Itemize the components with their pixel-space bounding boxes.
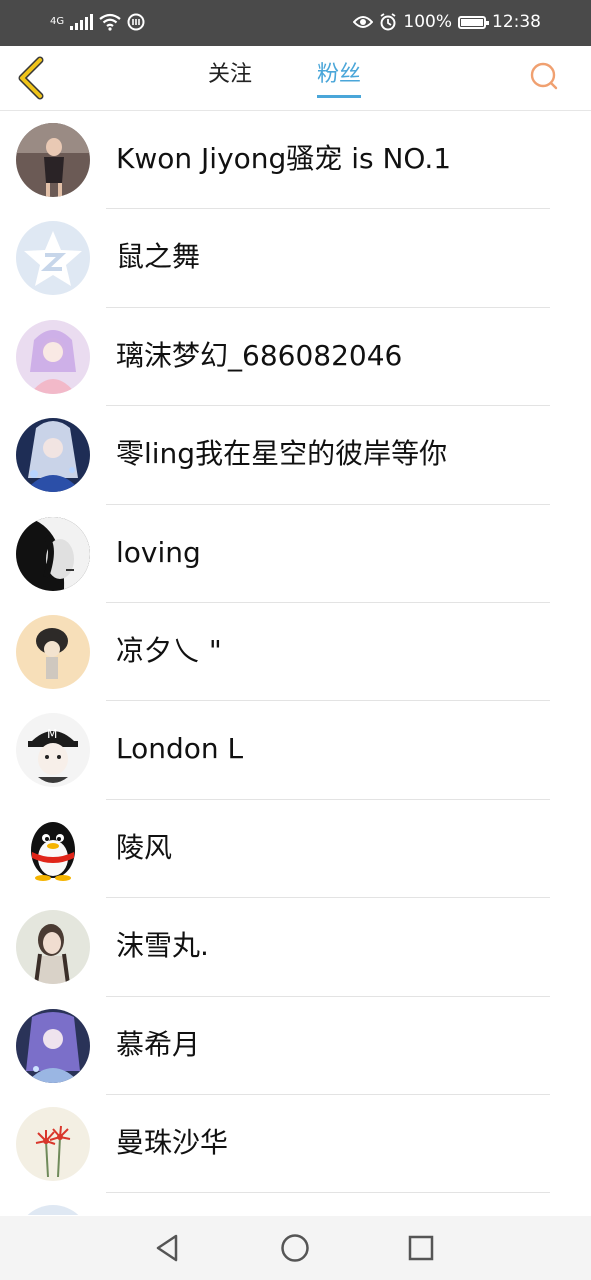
status-bar: 4G 100% 12:38 <box>0 0 591 46</box>
fan-name: London L <box>116 732 244 766</box>
fan-name: 慕希月 <box>116 1027 201 1061</box>
avatar[interactable] <box>16 1205 90 1215</box>
avatar[interactable] <box>16 614 90 689</box>
fan-list-item[interactable]: 凉夕乀 " <box>0 603 591 702</box>
square-recents-icon <box>408 1235 434 1261</box>
fan-list-item[interactable]: 沫雪丸. <box>0 898 591 997</box>
fan-name: 鼠之舞 <box>116 240 201 274</box>
clock: 12:38 <box>492 12 541 32</box>
system-nav-bar <box>0 1216 591 1280</box>
avatar[interactable] <box>16 1008 90 1083</box>
network-type: 4G <box>50 16 65 27</box>
status-right: 100% 12:38 <box>353 12 541 32</box>
avatar[interactable] <box>16 910 90 985</box>
triangle-back-icon <box>156 1234 178 1262</box>
fan-list-item[interactable]: Kwon Jiyong骚宠 is NO.1 <box>0 111 591 210</box>
fan-name: 沫雪丸. <box>116 929 209 963</box>
fan-name: Kwon Jiyong骚宠 is NO.1 <box>116 142 452 175</box>
tab-fans[interactable]: 粉丝 <box>317 60 362 98</box>
fans-list: Kwon Jiyong骚宠 is NO.1 鼠之舞璃沫梦幻_686082046 零l… <box>0 111 591 1215</box>
status-left: 4G <box>50 12 145 32</box>
svg-text:M: M <box>47 727 57 741</box>
avatar[interactable] <box>16 418 90 493</box>
avatar[interactable] <box>16 811 90 886</box>
tab-fans-label: 粉丝 <box>317 62 362 87</box>
fan-name: 凉夕乀 " <box>116 633 222 667</box>
fan-list-item[interactable]: 零ling我在星空的彼岸等你 <box>0 406 591 505</box>
signal-icon <box>70 14 94 30</box>
fan-list-item[interactable]: 陵风 <box>0 800 591 899</box>
tab-bar: 关注 粉丝 <box>0 46 591 110</box>
battery-icon <box>458 15 489 29</box>
avatar[interactable]: M <box>16 713 90 788</box>
fan-list-item[interactable]: 鼠之舞 <box>0 209 591 308</box>
fan-list-item[interactable]: 璃沫梦幻_686082046 <box>0 308 591 407</box>
fan-name: 曼珠沙华 <box>116 1125 229 1159</box>
avatar[interactable] <box>16 123 90 197</box>
fan-list-item[interactable]: 慕希月 <box>0 997 591 1095</box>
fan-list-item-partial[interactable] <box>0 1193 591 1215</box>
avatar[interactable] <box>16 516 90 591</box>
search-icon <box>530 62 558 90</box>
fan-list-item[interactable]: M London L <box>0 701 591 800</box>
navigation-header: 关注 粉丝 <box>0 46 591 111</box>
search-button[interactable] <box>529 60 559 94</box>
circle-home-icon <box>281 1234 309 1262</box>
fan-name: 璃沫梦幻_686082046 <box>116 338 403 372</box>
avatar[interactable] <box>16 221 90 296</box>
tab-following-label: 关注 <box>208 62 253 87</box>
data-saver-icon <box>127 13 145 31</box>
eye-icon <box>353 16 374 28</box>
fan-list-item[interactable]: 曼珠沙华 <box>0 1095 591 1194</box>
avatar[interactable] <box>16 1106 90 1181</box>
tab-following[interactable]: 关注 <box>208 60 252 90</box>
wifi-icon <box>99 13 121 31</box>
tab-active-indicator <box>317 95 362 98</box>
recents-key[interactable] <box>405 1232 437 1264</box>
back-key[interactable] <box>152 1232 184 1264</box>
fan-name: 陵风 <box>116 830 173 864</box>
home-key[interactable] <box>279 1232 311 1264</box>
fan-list-item[interactable]: loving <box>0 505 591 603</box>
alarm-icon <box>380 13 396 31</box>
fan-name: 零ling我在星空的彼岸等你 <box>116 437 448 471</box>
battery-percent: 100% <box>403 12 452 32</box>
fan-name: loving <box>116 535 201 569</box>
avatar[interactable] <box>16 319 90 394</box>
